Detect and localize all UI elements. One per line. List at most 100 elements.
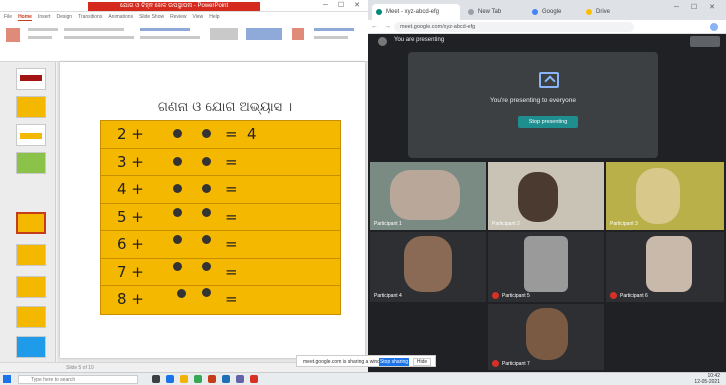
tab-favicon-icon [532, 9, 538, 15]
video-feed [646, 236, 692, 292]
participant-tile[interactable]: Participant 7 [488, 304, 604, 370]
participant-tile[interactable]: Participant 2 [488, 162, 604, 230]
tab-transitions[interactable]: Transitions [78, 14, 102, 20]
tab-slide-show[interactable]: Slide Show [139, 14, 164, 20]
windows-start-icon[interactable] [3, 375, 11, 383]
quick-styles[interactable] [292, 28, 304, 40]
tab-insert[interactable]: Insert [38, 14, 51, 20]
presenting-message: You're presenting to everyone [490, 97, 576, 104]
url-field[interactable]: meet.google.com/xyz-abcd-efg [394, 22, 634, 32]
participant-tile[interactable]: Participant 1 [370, 162, 486, 230]
equals-sign: = [225, 207, 238, 226]
current-slide[interactable]: ଗଣନା ଓ ଯୋଗ ଅଭ୍ୟାସ । 2 + = 4 3 + = 4 + = … [60, 62, 365, 358]
paste-icon[interactable] [6, 28, 20, 42]
powerpoint-icon[interactable] [208, 375, 216, 383]
slide-title[interactable]: ଗଣନା ଓ ଯୋଗ ଅଭ୍ୟାସ । [130, 100, 320, 115]
tab-file[interactable]: File [4, 14, 12, 20]
equation-row: 6 + = [101, 231, 340, 259]
tab-help[interactable]: Help [209, 14, 219, 20]
editing-controls[interactable] [314, 36, 348, 39]
ribbon-control[interactable] [28, 28, 58, 31]
word-icon[interactable] [222, 375, 230, 383]
stop-sharing-button[interactable]: Stop sharing [379, 358, 409, 366]
editing-controls[interactable] [314, 28, 354, 31]
equals-sign: = [225, 262, 238, 281]
teams-icon[interactable] [236, 375, 244, 383]
slide-thumbnail[interactable] [16, 96, 46, 118]
tab-review[interactable]: Review [170, 14, 186, 20]
slide-thumbnail[interactable] [16, 336, 46, 358]
video-feed [404, 236, 452, 292]
participant-tile[interactable]: Participant 4 [370, 232, 486, 302]
self-view-thumb[interactable] [690, 36, 720, 47]
video-feed [636, 168, 680, 224]
ribbon-control[interactable] [28, 36, 52, 39]
edge-icon[interactable] [166, 375, 174, 383]
participant-tile[interactable]: Participant 3 [606, 162, 724, 230]
video-feed [518, 172, 558, 222]
equals-sign: = [225, 152, 238, 171]
taskbar-search-input[interactable]: Type here to search [18, 375, 138, 384]
tab-label: Meet - xyz-abcd-efg [386, 9, 440, 15]
hide-button[interactable]: Hide [413, 358, 431, 366]
participant-name: Participant 6 [620, 293, 648, 299]
tab-design[interactable]: Design [56, 14, 72, 20]
participant-name: Participant 4 [374, 293, 402, 299]
slide-thumbnail[interactable] [16, 68, 46, 90]
paragraph-controls[interactable] [140, 36, 200, 39]
ribbon-toolbar [0, 22, 368, 62]
dot-icon [202, 184, 211, 193]
slide-thumbnail[interactable] [16, 244, 46, 266]
equation-row: 8 + = [101, 286, 340, 314]
row-result: 4 [247, 125, 257, 143]
slide-thumbnail[interactable] [16, 124, 46, 146]
equation-row: 5 + = [101, 204, 340, 231]
video-feed [526, 308, 568, 360]
font-format-buttons[interactable] [64, 36, 134, 39]
profile-avatar[interactable] [710, 23, 718, 31]
muted-mic-icon [610, 292, 617, 299]
system-clock[interactable]: 10:42 12-05-2021 [694, 373, 720, 385]
arrange-button[interactable] [246, 28, 282, 40]
dot-icon [202, 156, 211, 166]
slide-thumbnail[interactable] [16, 306, 46, 328]
ppt-window-title: ଯୋଗ ଓ ଚିହ୍ନ ଖେଳ ଉପସ୍ଥାପନା - PowerPoint [88, 2, 260, 11]
stop-presenting-button[interactable]: Stop presenting [518, 116, 578, 128]
participant-name: Participant 3 [610, 221, 638, 227]
window-controls[interactable]: ─ ☐ ✕ [323, 1, 364, 9]
participant-tile[interactable]: Participant 6 [606, 232, 724, 302]
browser-tab[interactable]: Drive [582, 4, 632, 20]
browser-tab[interactable]: Google [528, 4, 578, 20]
browser-tab[interactable]: New Tab [464, 4, 524, 20]
chrome-icon[interactable] [194, 375, 202, 383]
share-notification-text: meet.google.com is sharing a window. [303, 359, 388, 365]
ribbon-tabs: File Home Insert Design Transitions Anim… [0, 12, 368, 22]
tab-home[interactable]: Home [18, 14, 32, 21]
participant-tile[interactable]: Participant 5 [488, 232, 604, 302]
tab-view[interactable]: View [193, 14, 204, 20]
powerpoint-window: ଯୋଗ ଓ ଚିହ୍ନ ଖେଳ ଉପସ୍ଥାପନା - PowerPoint ─… [0, 0, 368, 372]
font-selector[interactable] [64, 28, 124, 31]
drawing-shapes[interactable] [210, 28, 238, 40]
equation-row: 4 + = [101, 176, 340, 204]
file-explorer-icon[interactable] [180, 375, 188, 383]
slide-thumbnail[interactable] [16, 276, 46, 298]
equation-table[interactable]: 2 + = 4 3 + = 4 + = 5 + = 6 + = 7 + = 8 … [100, 120, 341, 315]
video-feed [524, 236, 568, 292]
app-icon[interactable] [250, 375, 258, 383]
tab-animations[interactable]: Animations [108, 14, 133, 20]
paragraph-controls[interactable] [140, 28, 190, 31]
equation-row: 7 + = [101, 259, 340, 286]
dot-icon [202, 235, 211, 244]
meet-header-text: You are presenting [394, 37, 445, 43]
address-bar-row: ← → ↻ meet.google.com/xyz-abcd-efg [368, 20, 726, 34]
dot-icon [173, 156, 182, 166]
task-view-icon[interactable] [152, 375, 160, 383]
avatar [378, 37, 387, 46]
window-controls[interactable]: ─ ☐ ✕ [674, 3, 720, 11]
dot-icon [173, 129, 182, 138]
slide-thumbnail-selected[interactable] [16, 212, 46, 234]
browser-tab-meet[interactable]: Meet - xyz-abcd-efg [372, 4, 460, 20]
tab-favicon-icon [586, 9, 592, 15]
slide-thumbnail[interactable] [16, 152, 46, 174]
